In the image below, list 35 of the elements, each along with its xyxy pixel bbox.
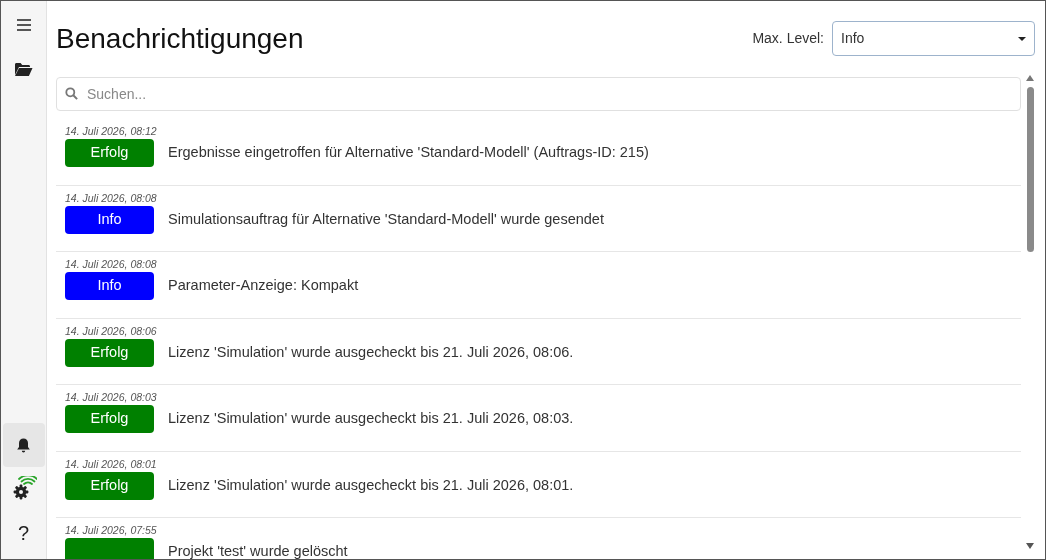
level-select[interactable]: Info [832, 21, 1035, 56]
notification-message: Simulationsauftrag für Alternative 'Standard-Modell' wurde gesendet [168, 209, 604, 229]
timestamp: 14. Juli 2026, 08:08 [65, 191, 158, 205]
timestamp: 14. Juli 2026, 08:03 [65, 391, 158, 404]
level-badge: Erfolg [65, 471, 154, 500]
bell-icon [16, 436, 31, 454]
notification-message: Lizenz 'Simulation' wurde ausgecheckt bis 21. Juli 2026, 08:01. [168, 475, 574, 495]
level-badge: Erfolg [65, 405, 154, 433]
level-badge: Erfolg [65, 338, 154, 367]
notification-message: Parameter-Anzeige: Kompakt [168, 276, 359, 296]
level-badge: Info [65, 205, 154, 234]
sidebar-button[interactable] [2, 423, 45, 467]
scroll-thumb[interactable] [1026, 87, 1034, 252]
sidebar-button[interactable]: ? [2, 511, 45, 555]
search-icon [65, 87, 78, 100]
caret-icon [1018, 36, 1026, 41]
scroll-up-icon[interactable] [1026, 75, 1034, 81]
notification-message: Lizenz 'Simulation' wurde ausgecheckt bis 21. Juli 2026, 08:06. [168, 342, 574, 362]
menu-icon [15, 18, 32, 32]
page-title: Benachrichtigungen [56, 24, 304, 53]
timestamp: 14. Juli 2026, 08:12 [65, 125, 158, 138]
level-badge: Erfolg [65, 139, 154, 167]
timestamp: 14. Juli 2026, 07:55 [65, 524, 158, 537]
level-badge: Info [65, 272, 154, 300]
timestamp: 14. Juli 2026, 08:08 [65, 258, 158, 271]
notification-message: Ergebnisse eingetroffen für Alternative 'Standard-Modell' (Auftrags-ID: 215) [168, 143, 649, 163]
notification-message: Projekt 'test' wurde gelöscht [168, 542, 348, 559]
notification-message: Lizenz 'Simulation' wurde ausgecheckt bis 21. Juli 2026, 08:03. [168, 409, 574, 429]
timestamp: 14. Juli 2026, 08:01 [65, 457, 158, 471]
timestamp: 14. Juli 2026, 08:06 [65, 324, 158, 338]
search-field[interactable]: Suchen... [56, 77, 1021, 111]
scroll-down-icon[interactable] [1026, 543, 1034, 549]
max-level-label: Max. Level: [752, 29, 824, 48]
folder-icon [14, 61, 33, 77]
help-label: ? [17, 523, 30, 543]
